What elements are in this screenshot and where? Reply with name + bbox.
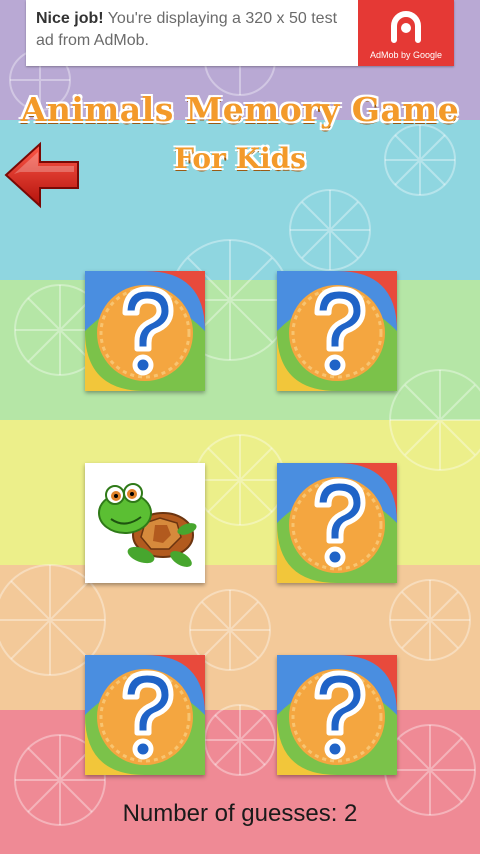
question-mark-icon xyxy=(277,655,397,775)
turtle-icon xyxy=(98,483,197,567)
card-2[interactable] xyxy=(277,271,397,391)
card-5[interactable] xyxy=(85,655,205,775)
admob-caption: AdMob by Google xyxy=(369,50,443,60)
admob-icon xyxy=(391,11,421,43)
ad-banner[interactable]: Nice job! You're displaying a 320 x 50 t… xyxy=(26,0,454,66)
question-mark-icon xyxy=(85,655,205,775)
ad-text: Nice job! You're displaying a 320 x 50 t… xyxy=(36,8,356,52)
guess-counter: Number of guesses: 2 xyxy=(0,800,480,828)
card-1[interactable] xyxy=(85,271,205,391)
guess-label: Number of guesses: xyxy=(122,800,345,827)
question-mark-icon xyxy=(85,271,205,391)
admob-logo[interactable]: AdMob by Google xyxy=(358,0,454,66)
guess-count: 2 xyxy=(344,800,358,827)
card-4[interactable] xyxy=(277,463,397,583)
card-3[interactable] xyxy=(85,463,205,583)
question-mark-icon xyxy=(277,271,397,391)
red-left-arrow-icon xyxy=(4,141,79,209)
game-title: Animals Memory Game xyxy=(20,90,460,129)
ad-headline: Nice job! xyxy=(36,10,104,27)
back-button[interactable] xyxy=(4,140,80,210)
question-mark-icon xyxy=(277,463,397,583)
card-6[interactable] xyxy=(277,655,397,775)
